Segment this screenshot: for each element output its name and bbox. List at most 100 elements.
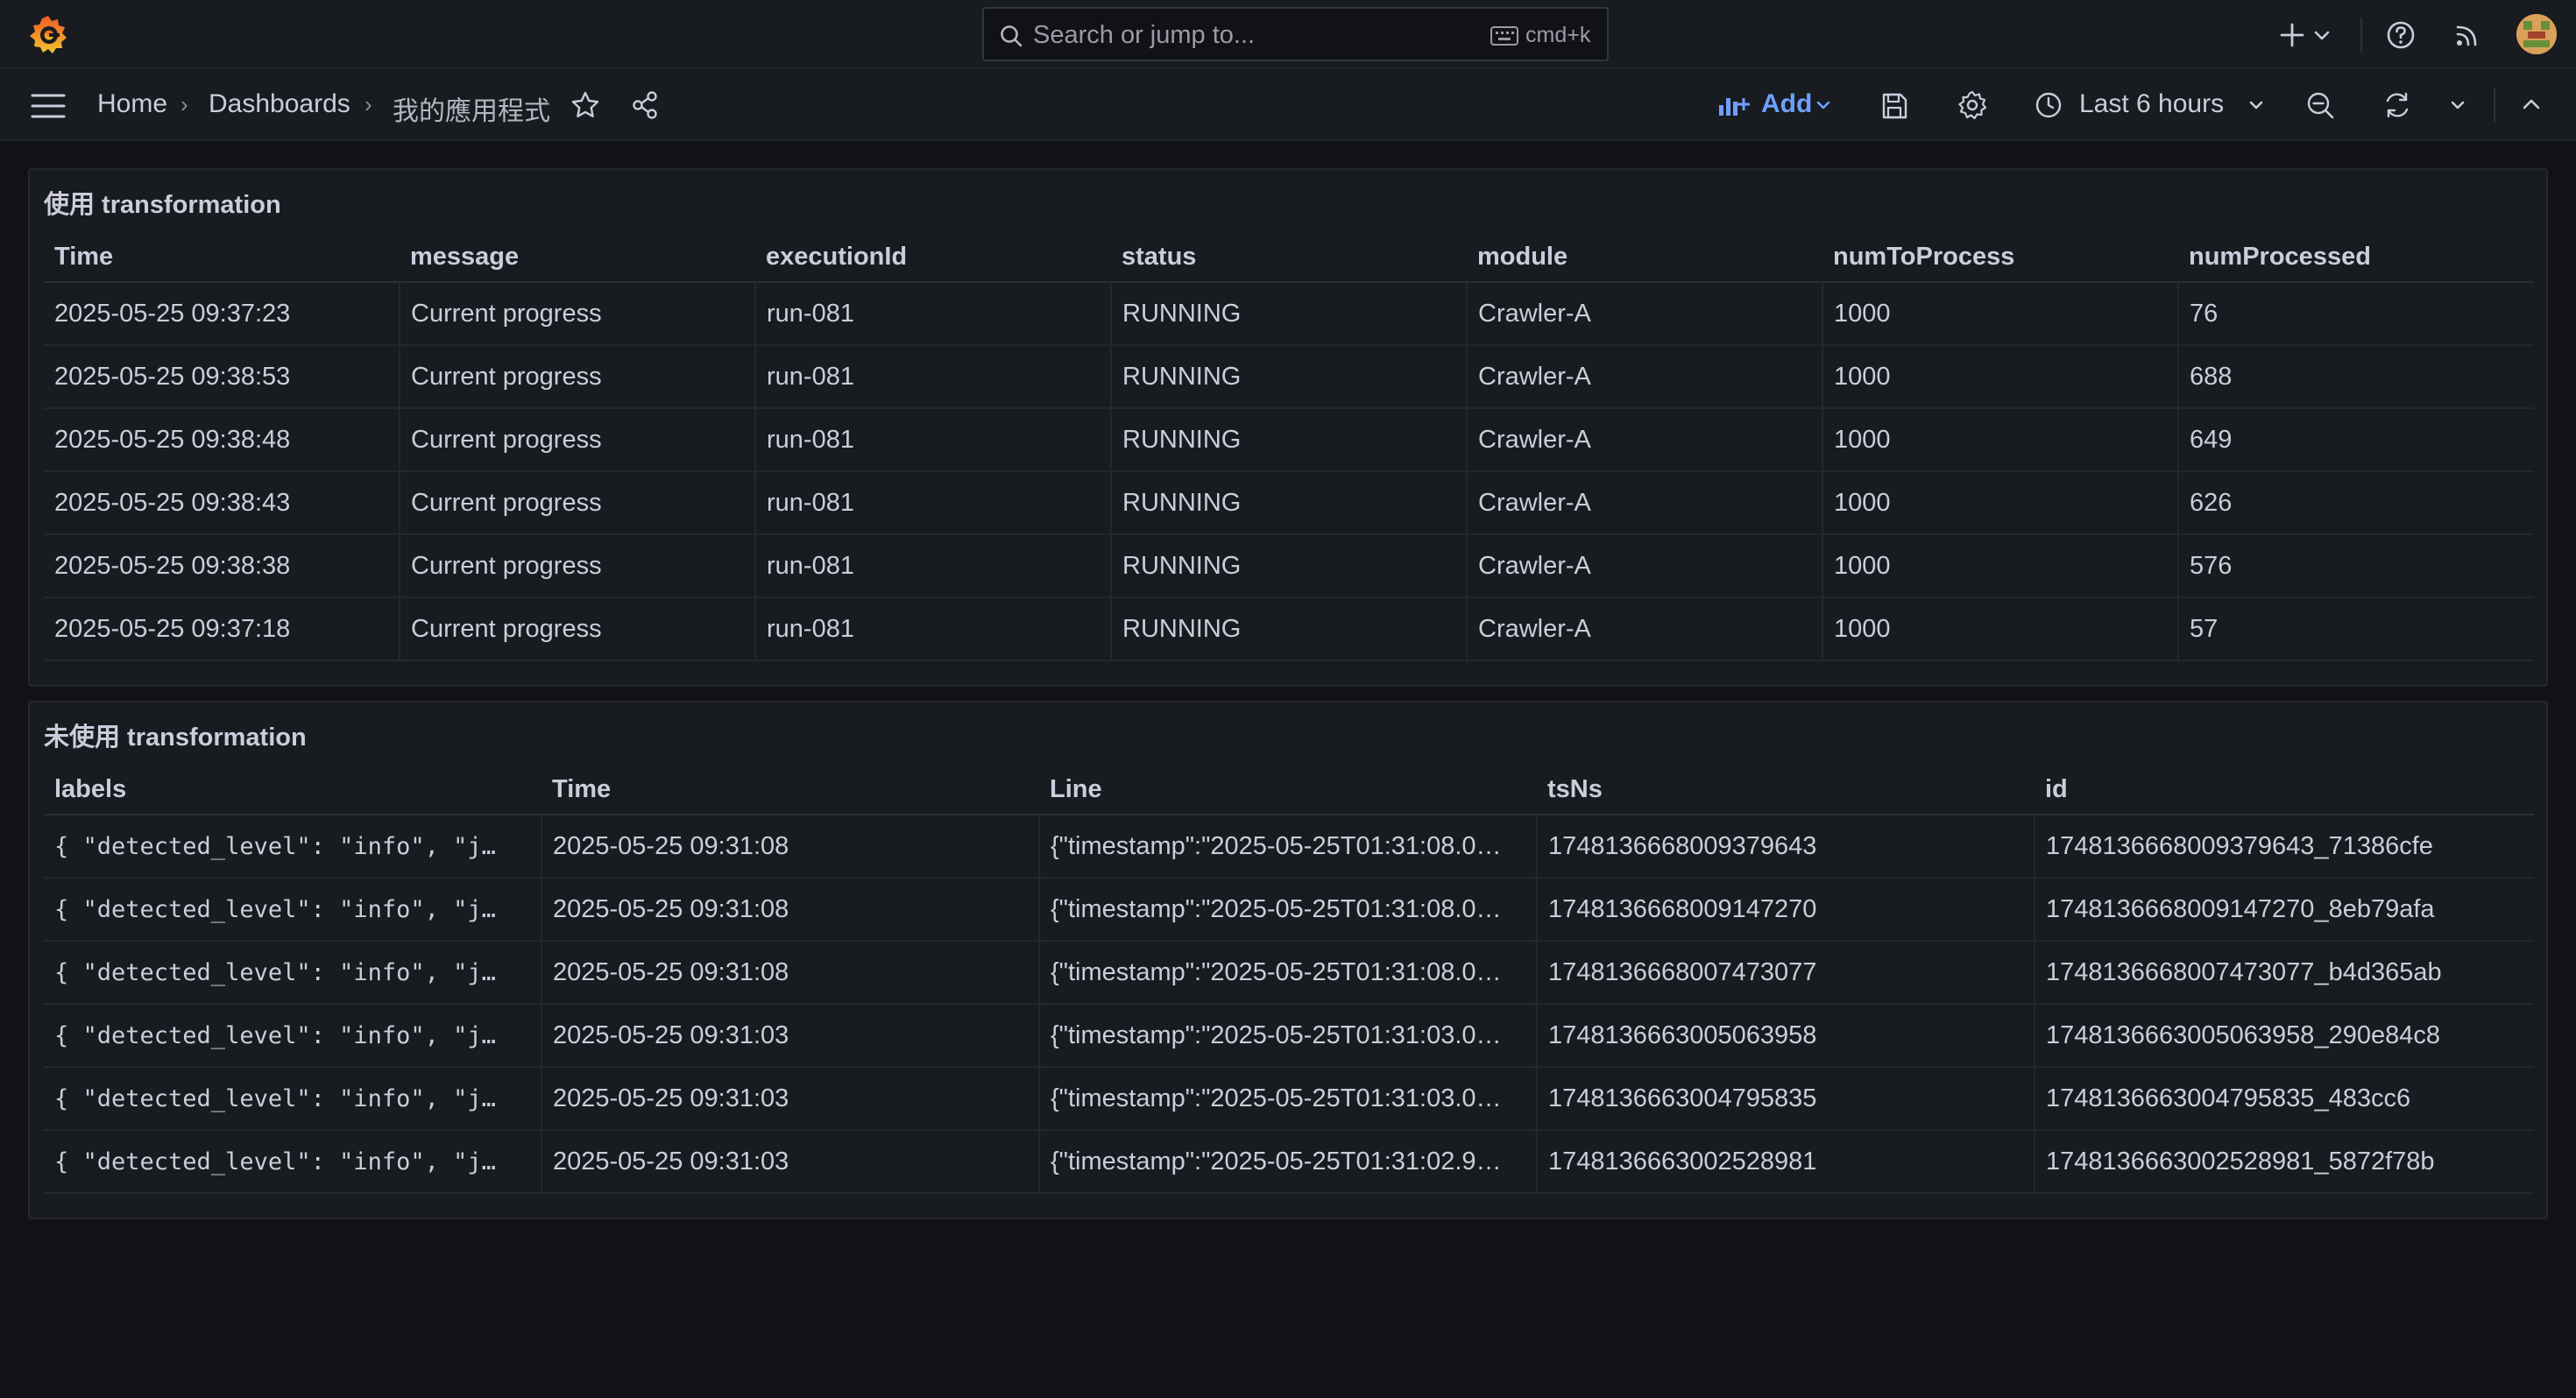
panel-without-transformation[interactable]: 未使用 transformation labels Time Line tsNs… — [28, 701, 2548, 1219]
table-cell: { "detected_level": "info", "j… — [44, 1004, 541, 1068]
chevron-down-icon[interactable] — [2310, 19, 2334, 51]
chevron-up-icon[interactable] — [2518, 91, 2544, 117]
avatar[interactable] — [2516, 14, 2557, 54]
table-cell: Crawler-A — [1466, 597, 1822, 661]
news-icon[interactable] — [2452, 19, 2483, 51]
panel-title: 未使用 transformation — [44, 724, 307, 752]
star-icon[interactable] — [570, 89, 601, 121]
data-table: labels Time Line tsNs id { "detected_lev… — [44, 766, 2534, 1194]
table-cell: 1000 — [1822, 471, 2178, 535]
search-input[interactable]: Search or jump to... cmd+k — [982, 7, 1609, 61]
grafana-logo-icon[interactable] — [26, 12, 70, 56]
column-header[interactable]: numProcessed — [2178, 233, 2534, 283]
share-icon[interactable] — [629, 89, 661, 121]
table-cell: 1748136668009147270 — [1536, 878, 2035, 942]
table-row[interactable]: { "detected_level": "info", "j… 2025-05-… — [44, 878, 2534, 942]
table-cell: run-081 — [754, 282, 1111, 346]
table-row[interactable]: { "detected_level": "info", "j… 2025-05-… — [44, 1130, 2534, 1194]
table-cell: { "detected_level": "info", "j… — [44, 815, 541, 879]
table-cell: 1748136668009147270_8eb79afa — [2034, 878, 2534, 942]
save-icon[interactable] — [1879, 91, 1909, 121]
table-cell: 1748136663002528981_5872f78b — [2034, 1130, 2534, 1194]
table-cell: 2025-05-25 09:37:23 — [44, 282, 400, 346]
table-cell: Current progress — [399, 345, 755, 409]
table-cell: 2025-05-25 09:31:03 — [541, 1004, 1039, 1068]
column-header[interactable]: id — [2035, 766, 2534, 816]
help-icon[interactable] — [2385, 19, 2417, 51]
table-cell: run-081 — [754, 408, 1111, 472]
table-header-row: labels Time Line tsNs id — [44, 766, 2534, 816]
breadcrumb-home[interactable]: Home — [97, 89, 167, 119]
table-cell: 1000 — [1822, 408, 2178, 472]
table-header-row: Time message executionId status module n… — [44, 233, 2534, 283]
table-cell: { "detected_level": "info", "j… — [44, 1067, 541, 1131]
column-header[interactable]: module — [1467, 233, 1822, 283]
column-header[interactable]: executionId — [755, 233, 1111, 283]
table-cell: 57 — [2177, 597, 2534, 661]
search-placeholder: Search or jump to... — [1033, 21, 1256, 49]
table-cell: Current progress — [399, 534, 755, 598]
table-cell: {"timestamp":"2025-05-25T01:31:08.0… — [1038, 878, 1537, 942]
table-cell: RUNNING — [1110, 345, 1467, 409]
menu-icon[interactable] — [30, 91, 67, 121]
table-cell: {"timestamp":"2025-05-25T01:31:08.0… — [1038, 815, 1537, 879]
breadcrumb-separator: › — [180, 91, 188, 117]
panel-title: 使用 transformation — [44, 191, 281, 219]
column-header[interactable]: tsNs — [1537, 766, 2035, 816]
dashboard-nav-bar: Home › Dashboards › 我的應用程式 Add Last 6 ho… — [0, 70, 2576, 141]
table-cell: Crawler-A — [1466, 345, 1822, 409]
add-button-label: Add — [1761, 89, 1813, 118]
refresh-icon[interactable] — [2381, 89, 2413, 121]
table-cell: 1748136663002528981 — [1536, 1130, 2035, 1194]
table-cell: {"timestamp":"2025-05-25T01:31:03.0… — [1038, 1067, 1537, 1131]
table-row[interactable]: 2025-05-25 09:38:38 Current progress run… — [44, 534, 2534, 598]
table-cell: RUNNING — [1110, 408, 1467, 472]
column-header[interactable]: labels — [44, 766, 541, 816]
table-row[interactable]: 2025-05-25 09:38:43 Current progress run… — [44, 471, 2534, 535]
breadcrumb-dashboards[interactable]: Dashboards — [209, 89, 350, 119]
table-cell: Current progress — [399, 408, 755, 472]
table-cell: { "detected_level": "info", "j… — [44, 1130, 541, 1194]
time-range-label: Last 6 hours — [2079, 89, 2225, 118]
chevron-down-icon — [2249, 101, 2263, 109]
table-cell: 2025-05-25 09:31:08 — [541, 941, 1039, 1005]
table-cell: run-081 — [754, 597, 1111, 661]
table-cell: Current progress — [399, 282, 755, 346]
divider — [2494, 88, 2495, 123]
table-row[interactable]: { "detected_level": "info", "j… 2025-05-… — [44, 941, 2534, 1005]
settings-gear-icon[interactable] — [1957, 89, 1988, 121]
table-cell: 2025-05-25 09:38:38 — [44, 534, 400, 598]
table-cell: Crawler-A — [1466, 471, 1822, 535]
table-cell: 1748136663005063958_290e84c8 — [2034, 1004, 2534, 1068]
table-row[interactable]: 2025-05-25 09:37:18 Current progress run… — [44, 597, 2534, 661]
table-cell: RUNNING — [1110, 471, 1467, 535]
refresh-interval-chevron-down-icon[interactable] — [2448, 95, 2467, 116]
column-header[interactable]: Time — [541, 766, 1039, 816]
table-cell: Crawler-A — [1466, 282, 1822, 346]
column-header[interactable]: Line — [1039, 766, 1537, 816]
keyboard-icon — [1490, 26, 1518, 46]
breadcrumb-separator: › — [364, 91, 372, 117]
table-row[interactable]: 2025-05-25 09:37:23 Current progress run… — [44, 282, 2534, 346]
zoom-out-icon[interactable] — [2304, 89, 2336, 121]
table-row[interactable]: { "detected_level": "info", "j… 2025-05-… — [44, 1067, 2534, 1131]
table-cell: run-081 — [754, 471, 1111, 535]
table-row[interactable]: { "detected_level": "info", "j… 2025-05-… — [44, 1004, 2534, 1068]
column-header[interactable]: Time — [44, 233, 400, 283]
table-cell: RUNNING — [1110, 282, 1467, 346]
column-header[interactable]: message — [400, 233, 755, 283]
column-header[interactable]: status — [1111, 233, 1467, 283]
table-row[interactable]: { "detected_level": "info", "j… 2025-05-… — [44, 815, 2534, 879]
time-range-picker[interactable]: Last 6 hours — [2031, 81, 2273, 130]
table-row[interactable]: 2025-05-25 09:38:48 Current progress run… — [44, 408, 2534, 472]
column-header[interactable]: numToProcess — [1822, 233, 2178, 283]
divider — [2360, 18, 2362, 53]
add-button[interactable]: Add — [1714, 81, 1836, 130]
table-cell: 2025-05-25 09:37:18 — [44, 597, 400, 661]
breadcrumb-current: 我的應用程式 — [393, 97, 550, 126]
plus-icon[interactable] — [2276, 19, 2308, 51]
table-cell: 1000 — [1822, 597, 2178, 661]
table-row[interactable]: 2025-05-25 09:38:53 Current progress run… — [44, 345, 2534, 409]
panel-with-transformation[interactable]: 使用 transformation Time message execution… — [28, 168, 2548, 687]
search-shortcut: cmd+k — [1525, 23, 1591, 47]
